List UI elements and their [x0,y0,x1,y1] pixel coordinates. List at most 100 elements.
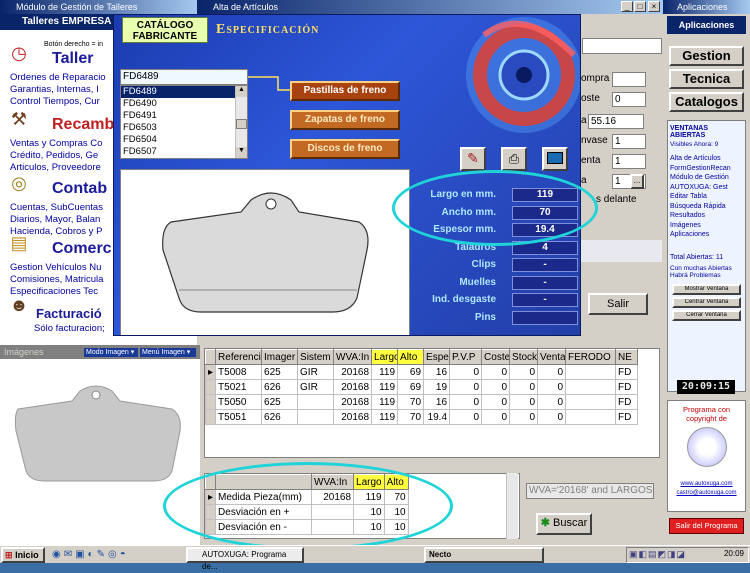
category-button[interactable]: Pastillas de freno [290,81,400,101]
start-button[interactable]: ⊞ Inicio [1,547,45,563]
buscar-button[interactable]: ✱ Buscar [536,513,592,535]
row-selector[interactable] [205,379,217,395]
grid-cell[interactable] [565,409,617,425]
grid-cell[interactable]: 70 [397,409,425,425]
section-title-0[interactable]: Taller [52,50,94,68]
grid-cell[interactable]: 0 [509,379,539,395]
grid-cell[interactable]: GIR [297,379,335,395]
open-window-item[interactable]: Resultados [670,211,745,221]
grid-cell[interactable]: 70 [397,394,425,410]
measure-scrollbar[interactable] [506,473,518,539]
scroll-up-arrow[interactable]: ▲ [236,86,247,97]
grid-cell[interactable]: 20168 [333,394,373,410]
section-title-4[interactable]: Facturació [36,306,102,321]
grid-column-header[interactable]: NE [615,349,639,365]
grid-cell[interactable] [565,379,617,395]
catalog-list[interactable]: FD6489 FD6490 FD6491 FD6503 FD6504 FD6507 ▲ ▼ [120,85,248,159]
grid-cell[interactable]: 0 [449,394,483,410]
email-link[interactable]: castro@autoxuga.com [668,487,745,496]
grid-cell[interactable]: 19 [423,379,451,395]
alta-field-input[interactable] [612,72,646,87]
catalog-icon-tool[interactable]: ✎ [460,147,486,171]
category-button[interactable]: Discos de freno [290,139,400,159]
grid-cell[interactable]: T5021 [215,379,263,395]
close-button[interactable]: × [648,1,660,12]
open-window-item[interactable]: Aplicaciones [670,230,745,240]
grid-cell[interactable]: T5051 [215,409,263,425]
catalog-list-item[interactable]: FD6489 [121,86,235,98]
grid-cell[interactable]: 119 [371,364,399,380]
grid-column-header[interactable]: FERODO [565,349,617,365]
image-menu-dropdown[interactable]: Menú Imagen ▾ [140,348,196,357]
grid-cell[interactable]: 0 [449,379,483,395]
catalog-search-input[interactable]: FD6489 [120,69,248,85]
salir-button[interactable]: Salir [588,293,648,315]
image-mode-dropdown[interactable]: Modo Imagen ▾ [84,348,138,357]
grid-cell[interactable]: 119 [371,379,399,395]
grid-column-header[interactable]: Imager [261,349,299,365]
grid-cell[interactable]: 16 [423,364,451,380]
alta-field-input[interactable]: 55.16 [588,114,644,129]
table-row[interactable]: T5021 626 GIR 20168 119 69 19 0 0 0 0 FD [205,379,639,395]
grid-column-header[interactable]: Stock [509,349,539,365]
grid-cell[interactable]: 0 [509,394,539,410]
minimize-button[interactable]: _ [621,1,633,12]
grid-cell[interactable]: 0 [537,394,567,410]
grid-cell[interactable]: 16 [423,394,451,410]
catalog-list-scrollbar[interactable]: ▲ ▼ [235,86,247,158]
open-window-item[interactable]: Búsqueda Rápida [670,202,745,212]
grid-cell[interactable]: 0 [509,409,539,425]
grid-cell[interactable]: 625 [261,394,299,410]
website-link[interactable]: www.autoxuga.com [668,471,745,487]
grid-cell[interactable]: 626 [261,409,299,425]
open-window-item[interactable]: Módulo de Gestión [670,173,745,183]
aplic-button[interactable]: Catalogos [669,92,744,112]
grid-cell[interactable]: 119 [371,394,399,410]
alta-titlebar[interactable]: Alta de Artículos [197,0,663,14]
grid-column-header[interactable]: Espe [423,349,451,365]
exit-program-button[interactable]: Salir del Programa [669,518,744,534]
alta-field-input[interactable]: 1 [612,154,646,169]
row-selector[interactable] [205,394,217,410]
aplic-button[interactable]: Gestion [669,46,744,66]
results-grid[interactable]: Referenci Imager Sistem WVA:In Largo Alto Espe… [205,349,639,425]
grid-cell[interactable]: 0 [449,409,483,425]
grid-cell[interactable]: 0 [481,364,511,380]
grid-cell[interactable]: 19.4 [423,409,451,425]
grid-cell[interactable]: 0 [481,394,511,410]
table-row[interactable]: ▸ T5008 625 GIR 20168 119 69 16 0 0 0 0 FD [205,364,639,380]
grid-cell[interactable]: 20168 [333,409,373,425]
grid-cell[interactable]: T5008 [215,364,263,380]
grid-cell[interactable]: FD [615,379,639,395]
alta-ellipsis-button[interactable]: ... [630,174,644,189]
catalog-list-item[interactable]: FD6490 [121,98,235,110]
window-action-button[interactable]: Cerrar Ventana [672,309,741,321]
section-title-3[interactable]: Comerc [52,240,112,258]
grid-column-header[interactable]: Alto [397,349,425,365]
scroll-thumb[interactable] [236,119,247,129]
grid-cell[interactable] [565,394,617,410]
grid-column-header[interactable]: Sistem [297,349,335,365]
grid-cell[interactable]: 0 [537,379,567,395]
open-window-item[interactable]: Editar Tabla [670,192,745,202]
catalog-list-item[interactable]: FD6503 [121,122,235,134]
window-action-button[interactable]: Centrar Ventana [672,296,741,308]
grid-cell[interactable] [565,364,617,380]
open-window-item[interactable]: Alta de Artículos [670,154,745,164]
open-window-item[interactable]: Imágenes [670,221,745,231]
catalog-list-item[interactable]: FD6504 [121,134,235,146]
grid-cell[interactable]: 0 [509,364,539,380]
aplic-button[interactable]: Tecnica [669,69,744,89]
grid-cell[interactable]: 626 [261,379,299,395]
grid-column-header[interactable]: Venta [537,349,567,365]
catalog-list-item[interactable]: FD6507 [121,146,235,158]
section-title-2[interactable]: Contab [52,180,107,198]
task-necto[interactable]: Necto [424,547,544,563]
grid-cell[interactable]: 119 [371,409,399,425]
grid-cell[interactable]: 625 [261,364,299,380]
open-window-item[interactable]: AUTOXUGA: Gest [670,183,745,193]
grid-cell[interactable]: 69 [397,379,425,395]
grid-cell[interactable]: T5050 [215,394,263,410]
grid-cell[interactable]: 0 [481,379,511,395]
filter-text-field[interactable]: WVA='20168' and LARGOS [526,483,654,499]
